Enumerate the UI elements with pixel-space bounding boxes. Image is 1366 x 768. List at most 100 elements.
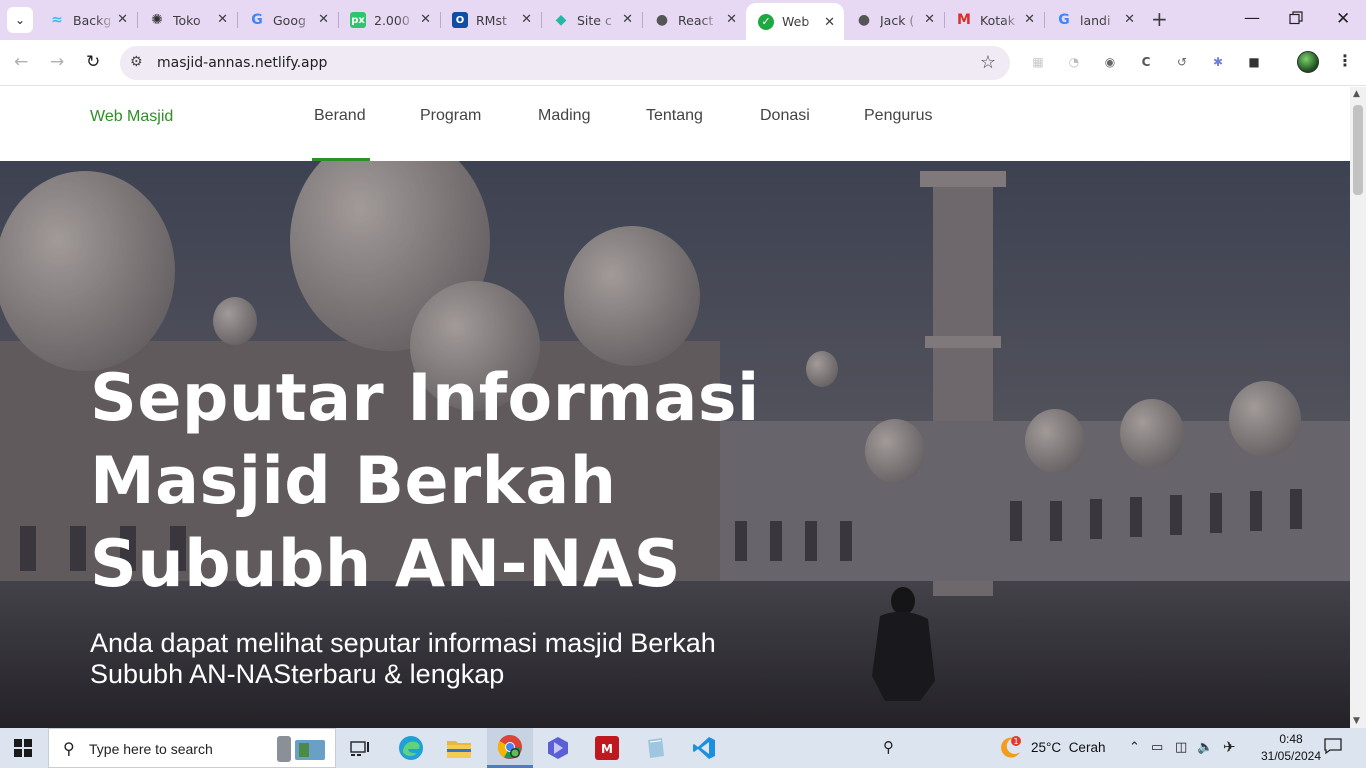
- scrollbar-thumb[interactable]: [1353, 105, 1363, 195]
- nav-pengurus[interactable]: Pengurus: [864, 107, 933, 125]
- hero-title-line-2: Masjid Berkah: [90, 444, 617, 519]
- tab-close-icon[interactable]: ✕: [924, 12, 935, 27]
- site-settings-icon[interactable]: ⚙: [130, 54, 143, 70]
- windows-logo-icon: [14, 739, 22, 747]
- hero-title-line-1: Seputar Informasi: [90, 361, 760, 436]
- browser-tab[interactable]: ● Jack (✕: [844, 0, 945, 40]
- nav-berand[interactable]: Berand: [314, 107, 366, 125]
- extension-icon-5[interactable]: ↺: [1173, 53, 1191, 71]
- scroll-up-arrow-icon[interactable]: ▲: [1353, 89, 1360, 99]
- taskbar-app-shield[interactable]: [535, 728, 581, 768]
- tab-close-icon[interactable]: ✕: [217, 12, 228, 27]
- tab-title: Kotak: [980, 12, 1016, 28]
- nav-tentang[interactable]: Tentang: [646, 107, 703, 125]
- profile-avatar[interactable]: [1297, 51, 1319, 73]
- extension-icon-1[interactable]: ▦: [1029, 53, 1047, 71]
- search-icon: ⚲: [63, 739, 75, 758]
- taskbar-file-explorer[interactable]: [436, 728, 482, 768]
- browser-tab[interactable]: Glandi ✕: [1044, 0, 1144, 40]
- tab-title: landi: [1080, 12, 1111, 28]
- tab-close-icon[interactable]: ✕: [1024, 12, 1035, 27]
- chevron-up-icon[interactable]: ⌃: [1129, 740, 1140, 755]
- tab-title: RMst: [476, 12, 507, 28]
- bookmark-star-icon[interactable]: ☆: [980, 52, 996, 73]
- tab-close-icon[interactable]: ✕: [1124, 12, 1135, 27]
- tab-close-icon[interactable]: ✕: [824, 15, 835, 30]
- new-tab-button[interactable]: +: [1151, 8, 1168, 30]
- reload-button[interactable]: ↻: [86, 52, 100, 72]
- gmail-icon: M: [957, 12, 971, 28]
- close-window-button[interactable]: ✕: [1336, 9, 1350, 29]
- notes-icon: [648, 738, 664, 758]
- weather-widget[interactable]: 1: [998, 734, 1024, 764]
- restore-icon: [1289, 11, 1303, 25]
- browser-menu-button[interactable]: ⋮: [1337, 51, 1353, 70]
- start-button[interactable]: [14, 739, 32, 757]
- taskbar-app-mendeley[interactable]: M: [584, 728, 630, 768]
- battery-icon[interactable]: ▭: [1151, 740, 1163, 755]
- taskbar-search-box[interactable]: ⚲ Type here to search: [48, 728, 336, 768]
- browser-tab[interactable]: px 2.000 ✕: [338, 0, 441, 40]
- tab-close-icon[interactable]: ✕: [117, 12, 128, 27]
- device-icon[interactable]: ◫: [1175, 740, 1187, 755]
- back-button[interactable]: ←: [14, 52, 28, 72]
- extension-icon-4[interactable]: C: [1137, 53, 1155, 71]
- tab-close-icon[interactable]: ✕: [726, 12, 737, 27]
- browser-toolbar: ← → ↻ ⚙ masjid-annas.netlify.app ☆ ▦ ◔ ◉…: [0, 40, 1366, 86]
- extensions-puzzle-icon[interactable]: ■: [1245, 53, 1263, 71]
- browser-tab[interactable]: ◆ Site c ✕: [541, 0, 643, 40]
- check-circle-icon: ✓: [758, 13, 774, 30]
- airplane-mode-icon[interactable]: ✈: [1223, 738, 1236, 756]
- browser-tab[interactable]: M Kotak ✕: [944, 0, 1045, 40]
- extension-icon-3[interactable]: ◉: [1101, 53, 1119, 71]
- search-highlight-icon: [277, 736, 325, 762]
- address-bar[interactable]: ⚙ masjid-annas.netlify.app ☆: [120, 46, 1010, 80]
- nav-program[interactable]: Program: [420, 107, 481, 125]
- taskbar-vscode[interactable]: [681, 728, 727, 768]
- page-scrollbar[interactable]: ▲ ▼: [1350, 87, 1366, 728]
- restore-button[interactable]: [1289, 10, 1303, 29]
- tab-close-icon[interactable]: ✕: [622, 12, 633, 27]
- chevron-down-icon: ⌄: [14, 13, 26, 27]
- minimize-button[interactable]: —: [1244, 8, 1260, 27]
- browser-tab[interactable]: ✓ Web ✕: [746, 3, 844, 40]
- weather-badge: 1: [1013, 737, 1018, 746]
- nav-donasi[interactable]: Donasi: [760, 107, 810, 125]
- nav-mading[interactable]: Mading: [538, 107, 590, 125]
- notification-bubble-icon: [1324, 738, 1342, 755]
- windows-logo-icon: [24, 739, 32, 747]
- tab-title: Toko: [173, 12, 201, 28]
- tab-title: Web: [782, 14, 810, 29]
- browser-tab[interactable]: ≈ Backg ✕: [37, 0, 138, 40]
- tab-close-icon[interactable]: ✕: [318, 12, 329, 27]
- browser-tab[interactable]: ✺ Toko ✕: [137, 0, 238, 40]
- more-vert-icon: ⋮: [1337, 51, 1353, 70]
- plus-icon: +: [1151, 7, 1168, 31]
- tab-close-icon[interactable]: ✕: [521, 12, 532, 27]
- tab-search-button[interactable]: ⌄: [7, 7, 33, 33]
- extension-icon-6[interactable]: ✱: [1209, 53, 1227, 71]
- taskbar-edge[interactable]: [388, 728, 434, 768]
- volume-icon[interactable]: 🔈: [1197, 740, 1213, 755]
- search-placeholder[interactable]: Type here to search: [89, 741, 213, 757]
- notifications-icon[interactable]: [1324, 737, 1342, 759]
- forward-button[interactable]: →: [50, 52, 64, 72]
- url-text[interactable]: masjid-annas.netlify.app: [157, 55, 327, 71]
- browser-tab[interactable]: G Goog ✕: [237, 0, 339, 40]
- tab-close-icon[interactable]: ✕: [420, 12, 431, 27]
- weather-text[interactable]: 25°C Cerah: [1031, 740, 1105, 755]
- task-view-button[interactable]: [337, 728, 383, 768]
- site-brand[interactable]: Web Masjid: [90, 108, 173, 126]
- tab-title: Goog: [273, 12, 306, 28]
- close-icon: ✕: [1336, 9, 1351, 29]
- system-clock[interactable]: 0:48 31/05/2024: [1258, 731, 1324, 765]
- browser-tab[interactable]: O RMst ✕: [440, 0, 542, 40]
- taskbar-app-notes[interactable]: [632, 728, 678, 768]
- people-icon[interactable]: ⚲: [883, 738, 894, 756]
- extension-icon-2[interactable]: ◔: [1065, 53, 1083, 71]
- arrow-right-icon: →: [50, 52, 65, 72]
- globe-icon: ●: [857, 12, 871, 28]
- browser-tab[interactable]: ● React ✕: [642, 0, 746, 40]
- taskbar-chrome[interactable]: [487, 728, 533, 768]
- scroll-down-arrow-icon[interactable]: ▼: [1353, 716, 1360, 726]
